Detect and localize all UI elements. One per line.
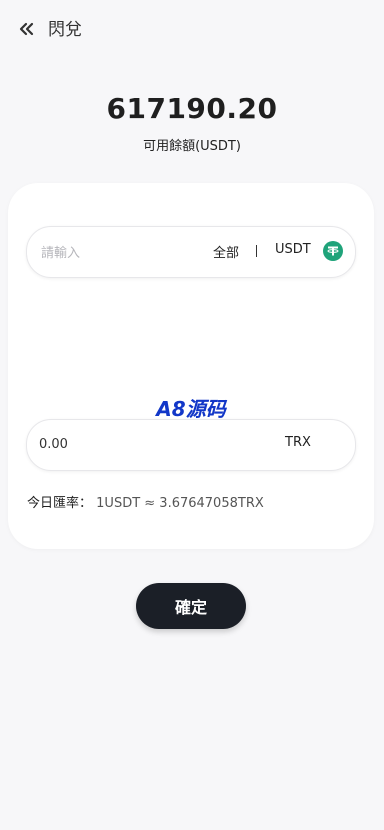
- page-title: 閃兌: [48, 20, 82, 40]
- amount-input[interactable]: [39, 239, 193, 267]
- chevrons-left-icon: [17, 21, 35, 40]
- header: 閃兌: [0, 0, 384, 60]
- back-button[interactable]: [14, 18, 38, 42]
- to-amount: 0.00: [39, 437, 68, 452]
- watermark-text: A8源码: [156, 397, 226, 421]
- balance-amount: 617190.20: [106, 92, 278, 125]
- rate-value: 1USDT ≈ 3.67647058TRX: [96, 496, 264, 511]
- rate-label: 今日匯率：: [27, 496, 93, 511]
- from-amount-field: 全部 USDT: [26, 226, 356, 278]
- all-button[interactable]: 全部: [213, 242, 239, 261]
- balance-label: 可用餘額(USDT): [143, 139, 241, 154]
- from-currency: USDT: [275, 242, 311, 257]
- to-amount-field: 0.00 TRX: [26, 419, 356, 471]
- tether-icon: [323, 241, 343, 261]
- to-currency: TRX: [285, 435, 311, 450]
- divider: [256, 245, 257, 257]
- exchange-rate: 今日匯率： 1USDT ≈ 3.67647058TRX: [27, 492, 264, 511]
- confirm-button[interactable]: 確定: [136, 583, 246, 629]
- exchange-card: 全部 USDT A8源码 0.00 TRX 今日匯率： 1USDT ≈ 3.67…: [8, 183, 374, 549]
